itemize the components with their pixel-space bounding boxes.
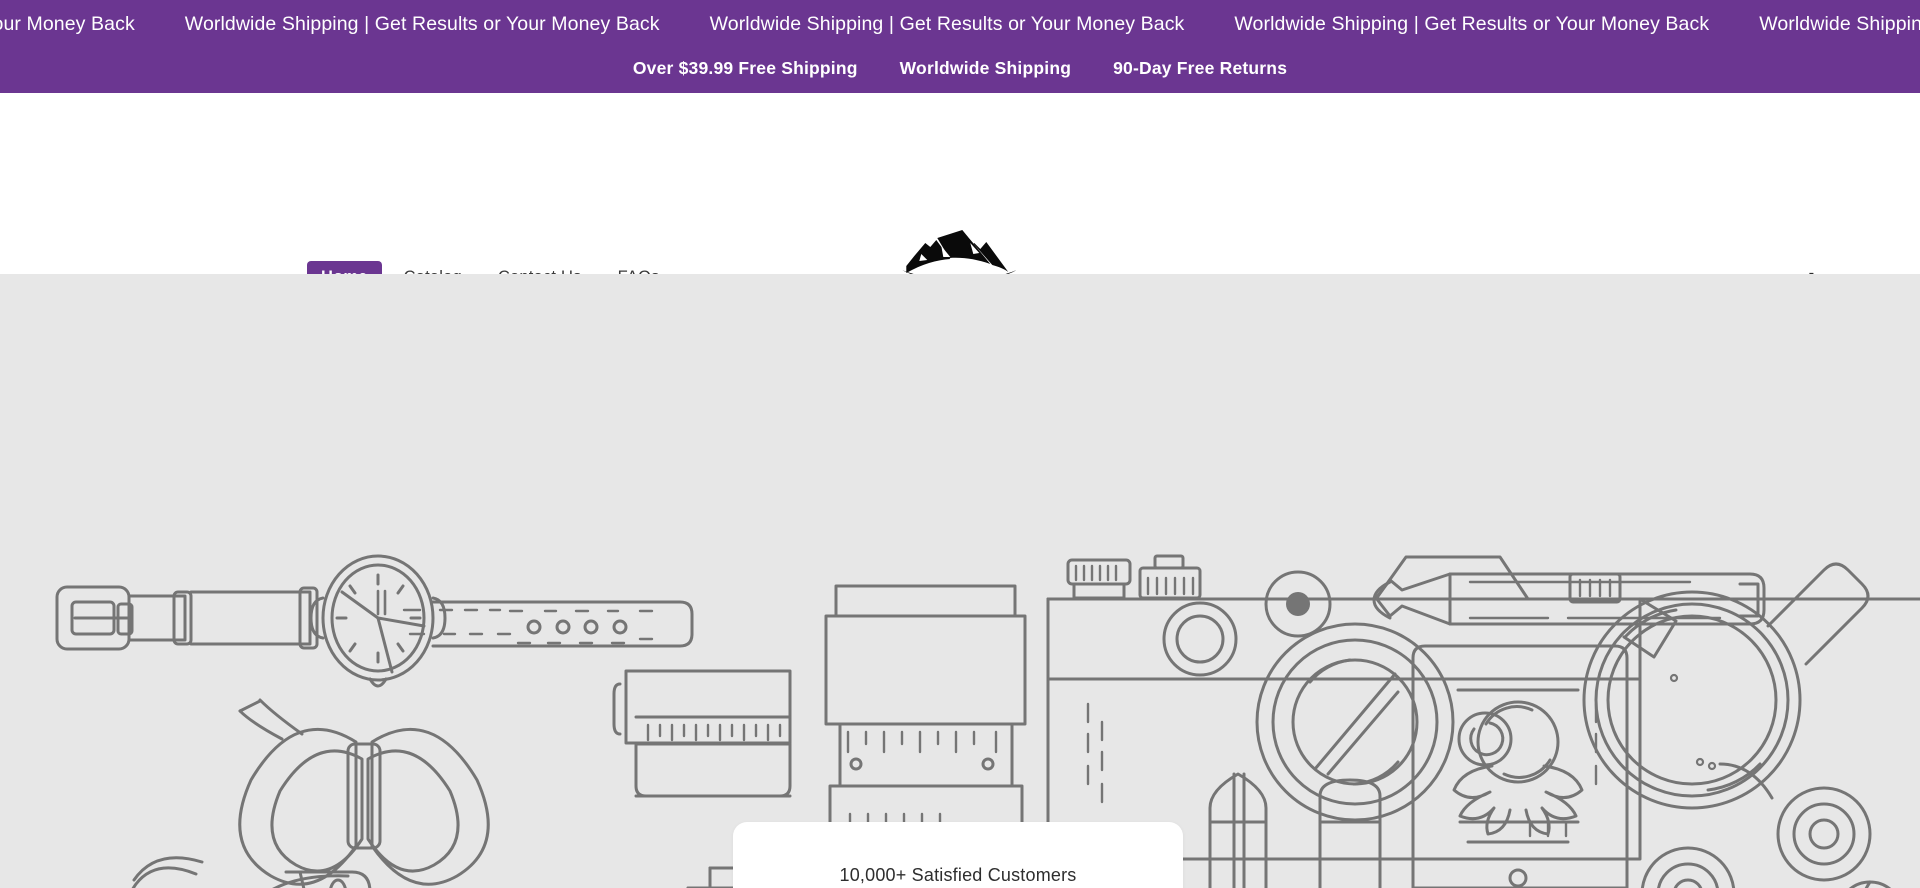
hero-section: 10,000+ Satisfied Customers Shop Now	[0, 274, 1920, 888]
promo-free-returns: 90-Day Free Returns	[1113, 58, 1288, 78]
promo-worldwide-shipping: Worldwide Shipping	[899, 58, 1072, 78]
page-root: Worldwide Shipping | Get Results or Your…	[0, 0, 1920, 888]
marquee-item: Worldwide Shipping | Get Results or Your…	[1759, 12, 1920, 35]
marquee-item: Worldwide Shipping | Get Results or Your…	[709, 12, 1185, 35]
marquee-item: Worldwide Shipping | Get Results or Your…	[0, 12, 135, 35]
promo-free-shipping: Over $39.99 Free Shipping	[632, 58, 858, 78]
announcement-marquee: Worldwide Shipping | Get Results or Your…	[0, 0, 1920, 48]
hero-subtitle: 10,000+ Satisfied Customers	[839, 865, 1077, 885]
site-header: Home Catalog Contact Us FAQs VIVIQON	[0, 93, 1920, 321]
marquee-item: Worldwide Shipping | Get Results or Your…	[1234, 12, 1710, 35]
promo-bar: Over $39.99 Free Shipping Worldwide Ship…	[0, 44, 1920, 93]
hero-line-art-illustration	[55, 554, 1920, 888]
marquee-item: Worldwide Shipping | Get Results or Your…	[184, 12, 660, 35]
marquee-track: Worldwide Shipping | Get Results or Your…	[0, 13, 1920, 36]
announcement-bar: Worldwide Shipping | Get Results or Your…	[0, 0, 1920, 93]
hero-cta-card: 10,000+ Satisfied Customers Shop Now	[733, 822, 1183, 888]
